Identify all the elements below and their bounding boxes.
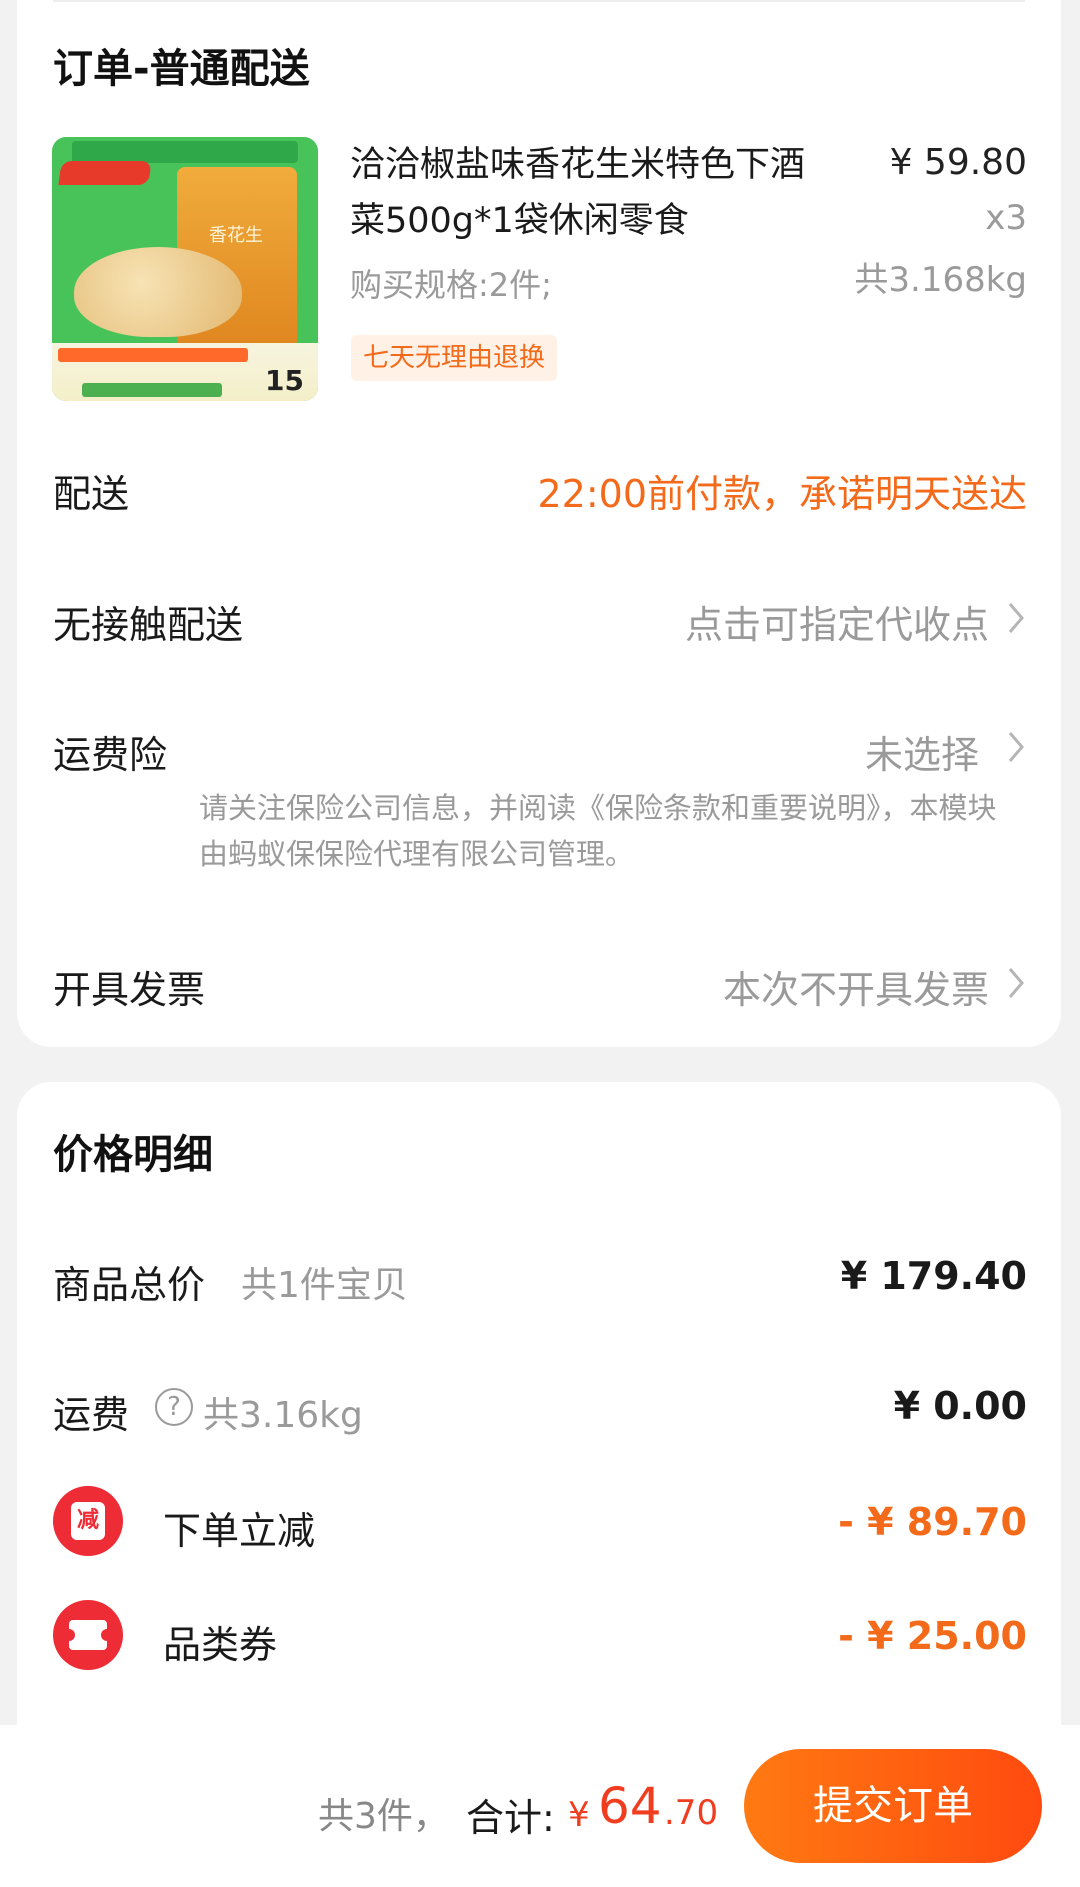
product-weight: 共3.168kg: [854, 260, 1027, 300]
product-spec: 购买规格:2件;: [350, 266, 552, 304]
goods-total-value: ¥ 179.40: [840, 1254, 1027, 1298]
checkout-bar: 共3件， 合计: ¥ 64 .70 提交订单 zhizhizhi.com: [0, 1725, 1080, 1887]
image-free-shipping-badge: [58, 161, 152, 185]
instant-discount-value: - ¥ 89.70: [838, 1500, 1027, 1544]
invoice-value: 本次不开具发票: [722, 968, 989, 1012]
image-promo-strip: 15: [52, 343, 318, 401]
delivery-label: 配送: [53, 472, 130, 516]
contactless-label: 无接触配送: [53, 603, 244, 647]
delivery-promise: 22:00前付款，承诺明天送达: [537, 472, 1027, 516]
category-coupon-label[interactable]: 品类券: [163, 1614, 277, 1669]
goods-count: 共1件宝贝: [241, 1265, 408, 1306]
chevron-right-icon: [1005, 727, 1027, 767]
goods-total-label: 商品总价: [53, 1263, 206, 1307]
product-title[interactable]: 洽洽椒盐味香花生米特色下酒菜500g*1袋休闲零食: [350, 137, 810, 249]
insurance-label: 运费险: [53, 733, 168, 777]
image-peanuts: [74, 247, 242, 337]
instant-discount-label: 下单立减: [163, 1509, 316, 1553]
watermark: zhizhizhi.com: [937, 1862, 1072, 1883]
total-amount-integer: 64: [598, 1777, 662, 1835]
item-count: 共3件，: [318, 1796, 449, 1837]
category-coupon-value[interactable]: - ¥ 25.00: [838, 1614, 1027, 1658]
insurance-value: 未选择: [864, 733, 979, 777]
return-policy-tag: 七天无理由退换: [351, 335, 558, 381]
chevron-right-icon: [1005, 598, 1027, 638]
order-card: 订单-普通配送 15 洽洽椒盐味香花生米特色下酒菜500g*1袋休闲零食 购买规…: [17, 0, 1061, 1047]
image-price: 15: [265, 364, 304, 397]
help-icon[interactable]: ?: [155, 1388, 193, 1426]
product-quantity: x3: [985, 198, 1027, 238]
total-currency: ¥: [568, 1795, 590, 1835]
price-detail-title: 价格明细: [53, 1132, 213, 1178]
divider: [53, 0, 1025, 2]
shipping-weight: 共3.16kg: [203, 1395, 363, 1436]
contactless-value: 点击可指定代收点: [684, 603, 989, 647]
discount-icon: 减: [53, 1486, 123, 1556]
total-label: 合计:: [466, 1796, 555, 1840]
shipping-fee-label: 运费: [53, 1393, 130, 1437]
order-section-title: 订单-普通配送: [53, 46, 310, 92]
image-top-banner: [72, 141, 298, 163]
total-amount-decimal: .70: [664, 1793, 719, 1833]
product-price: ¥ 59.80: [889, 142, 1027, 183]
coupon-ticket-icon: [53, 1600, 123, 1670]
chevron-right-icon: [1005, 963, 1027, 1003]
product-image[interactable]: 15: [52, 137, 318, 401]
invoice-label: 开具发票: [53, 968, 206, 1012]
shipping-fee-value: ¥ 0.00: [893, 1384, 1027, 1428]
insurance-notice: 请关注保险公司信息，并阅读《保险条款和重要说明》，本模块由蚂蚁保保险代理有限公司…: [199, 791, 997, 871]
submit-order-button[interactable]: 提交订单: [744, 1749, 1042, 1863]
